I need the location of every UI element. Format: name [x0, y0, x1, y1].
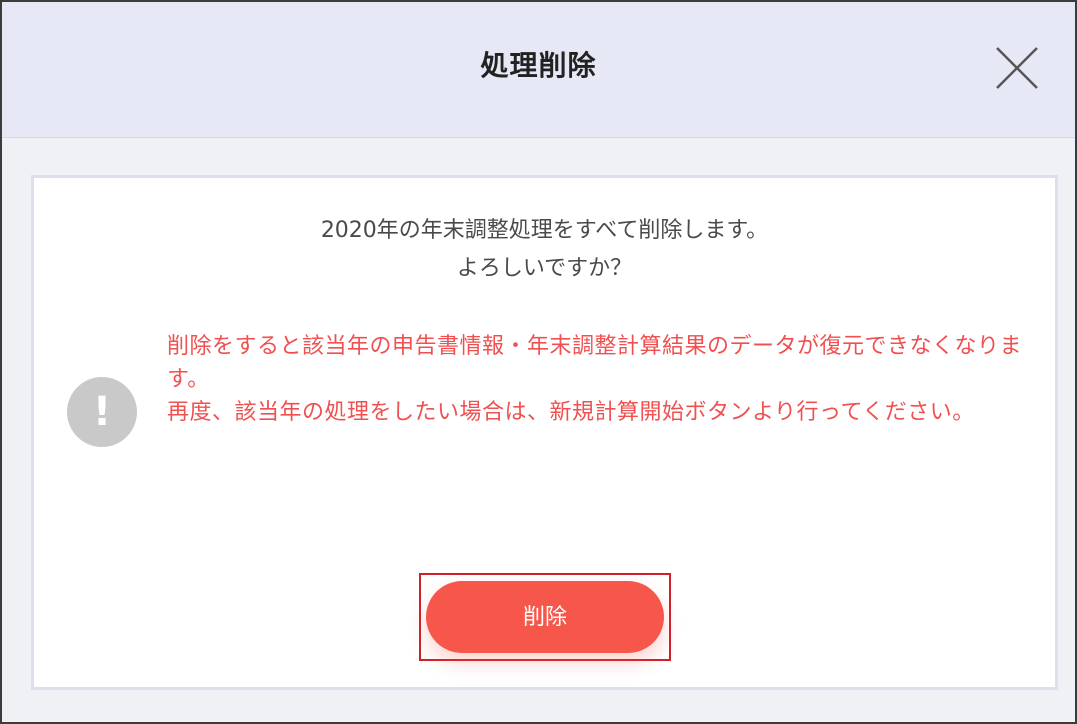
dialog-header: 処理削除: [2, 2, 1075, 138]
delete-process-dialog: 処理削除 2020年の年末調整処理をすべて削除します。 よろしいですか？ ! 削…: [0, 0, 1077, 724]
warning-paragraph-2: 再度、該当年の処理をしたい場合は、新規計算開始ボタンより行ってください。: [167, 400, 975, 425]
confirm-message: 2020年の年末調整処理をすべて削除します。 よろしいですか？: [34, 212, 1055, 288]
confirm-message-line2: よろしいですか？: [456, 256, 633, 281]
dialog-title: 処理削除: [480, 49, 597, 82]
dialog-body: 2020年の年末調整処理をすべて削除します。 よろしいですか？ ! 削除をすると…: [31, 175, 1058, 690]
delete-button[interactable]: 削除: [426, 581, 664, 653]
exclamation-icon: !: [67, 377, 137, 447]
warning-message: 削除をすると該当年の申告書情報・年末調整計算結果のデータが復元できなくなります。…: [167, 330, 1027, 429]
close-icon: [996, 47, 1038, 89]
warning-paragraph-1: 削除をすると該当年の申告書情報・年末調整計算結果のデータが復元できなくなります。: [167, 334, 1023, 392]
confirm-message-line1: 2020年の年末調整処理をすべて削除します。: [320, 218, 769, 243]
close-button[interactable]: [995, 46, 1039, 90]
